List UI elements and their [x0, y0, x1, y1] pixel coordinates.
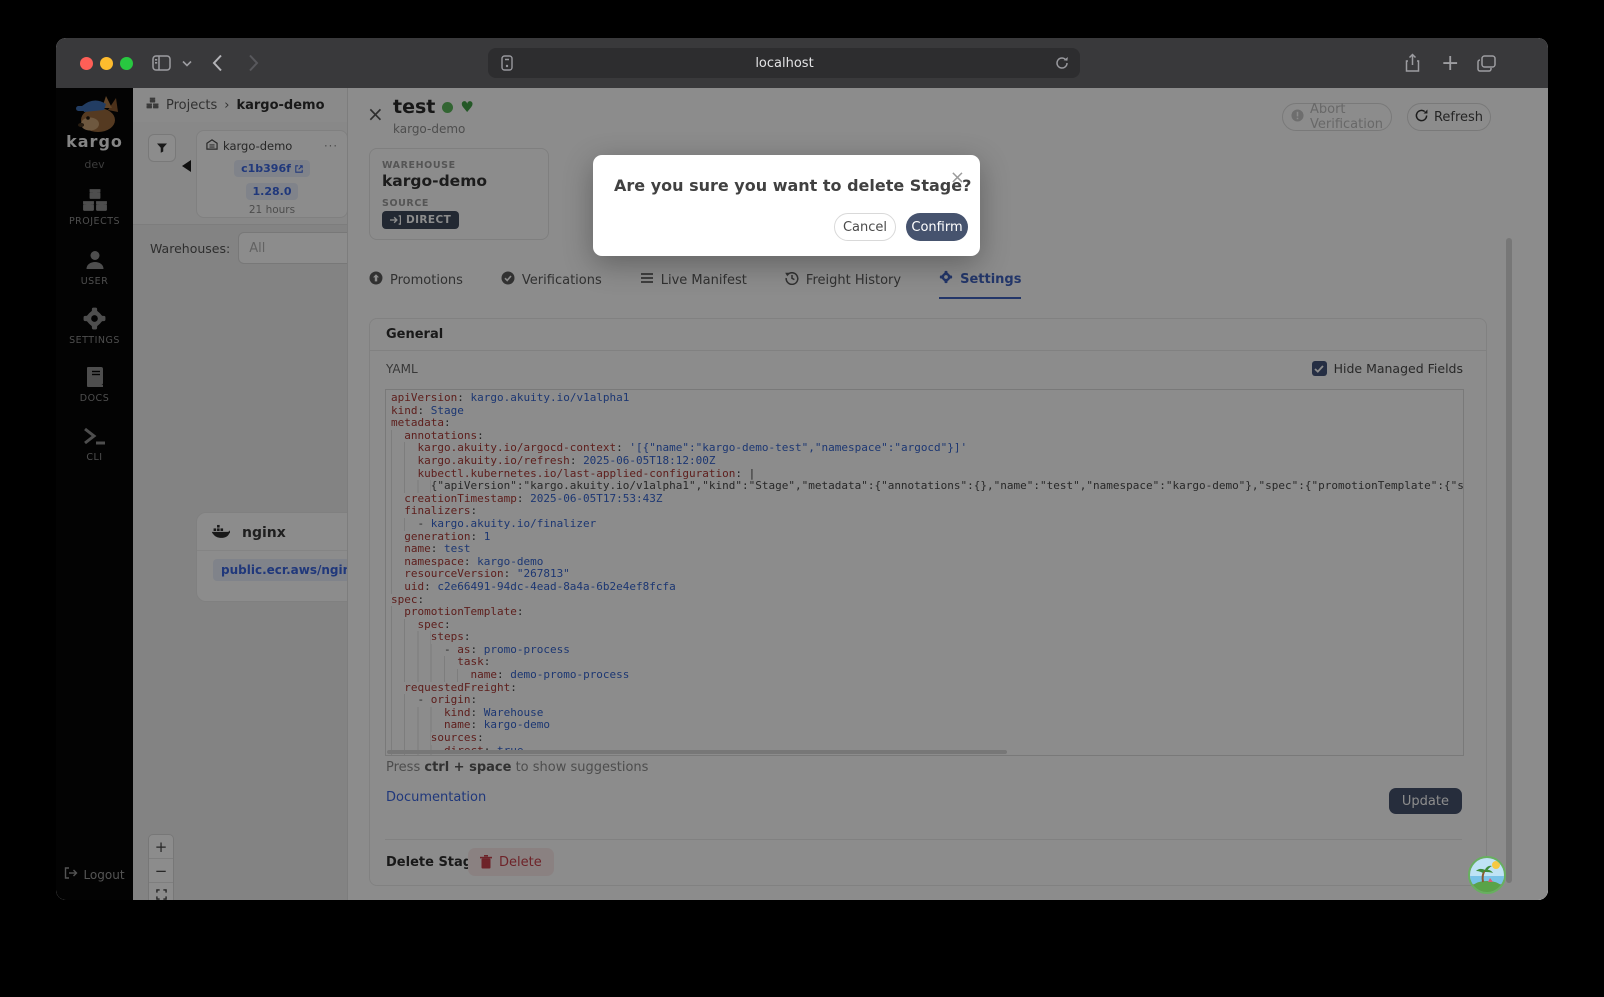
new-tab-icon[interactable]: + — [1441, 38, 1459, 88]
sidebar-toggle-icon[interactable] — [152, 38, 171, 88]
confirm-button[interactable]: Confirm — [906, 213, 968, 241]
share-icon[interactable] — [1404, 38, 1421, 88]
island-widget[interactable] — [1468, 856, 1506, 894]
back-button[interactable] — [212, 38, 223, 88]
delete-confirm-modal: Are you sure you want to delete Stage? ×… — [593, 155, 980, 256]
forward-button[interactable] — [248, 38, 259, 88]
window-zoom-button[interactable] — [120, 57, 133, 70]
browser-toolbar: localhost + — [56, 38, 1548, 89]
window-close-button[interactable] — [80, 57, 93, 70]
reload-icon[interactable] — [1055, 56, 1069, 70]
modal-title: Are you sure you want to delete Stage? — [614, 176, 971, 195]
url-text: localhost — [514, 56, 1055, 71]
browser-window: localhost + — [56, 38, 1548, 900]
tabs-overview-icon[interactable] — [1477, 38, 1496, 88]
window-minimize-button[interactable] — [100, 57, 113, 70]
close-icon[interactable]: × — [950, 169, 965, 187]
site-settings-icon[interactable] — [500, 55, 514, 71]
page-content: kargo dev PROJECTS USER SETTINGS DOCS CL… — [56, 88, 1548, 900]
desktop: localhost + — [0, 0, 1604, 997]
cancel-button[interactable]: Cancel — [834, 213, 896, 241]
tropical-island-icon — [1470, 858, 1504, 892]
address-bar[interactable]: localhost — [488, 48, 1080, 78]
chevron-down-icon[interactable] — [182, 38, 192, 88]
